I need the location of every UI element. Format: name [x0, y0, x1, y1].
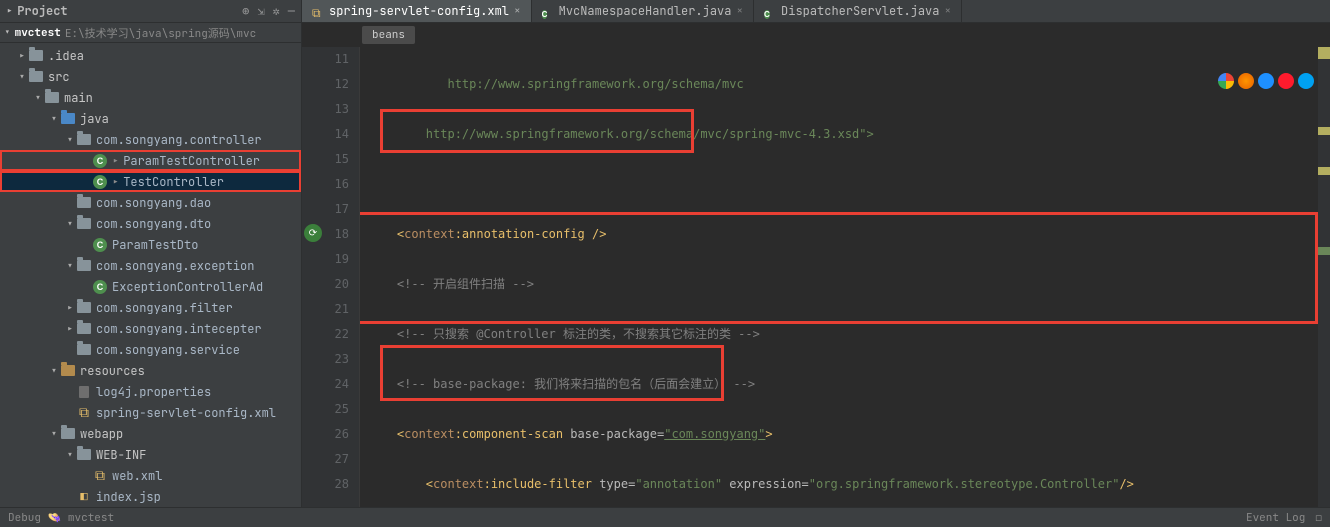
tree-item[interactable]: web.xml [112, 468, 162, 484]
tree-item[interactable]: main [64, 90, 93, 106]
status-left[interactable]: Debug 👒 mvctest [8, 511, 114, 525]
java-icon: C [764, 5, 776, 17]
tab-label: spring-servlet-config.xml [329, 3, 509, 19]
project-tool-arrow[interactable]: ▸ [6, 3, 13, 19]
breadcrumb-chip[interactable]: beans [362, 26, 415, 44]
tree-item[interactable]: com.songyang.dao [96, 195, 211, 211]
tree-item[interactable]: src [48, 69, 70, 85]
code-line: http://www.springframework.org/schema/mv… [368, 77, 744, 91]
tree-item[interactable]: com.songyang.service [96, 342, 240, 358]
tab-label: DispatcherServlet.java [781, 3, 939, 19]
tab-spring-config[interactable]: ⧉ spring-servlet-config.xml × [302, 0, 532, 22]
status-icon[interactable]: ◻ [1315, 511, 1322, 525]
code-line [368, 172, 1330, 197]
firefox-icon[interactable] [1238, 73, 1254, 89]
project-tool-title[interactable]: Project [17, 3, 67, 19]
close-icon[interactable]: × [944, 4, 951, 18]
tree-item[interactable]: spring-servlet-config.xml [96, 405, 276, 421]
code-line: <!-- 开启组件扫描 --> [368, 277, 534, 291]
ie-icon[interactable] [1298, 73, 1314, 89]
editor-breadcrumb: beans [302, 23, 1330, 47]
project-tree[interactable]: ▸.idea ▾src ▾main ▾java ▾com.songyang.co… [0, 43, 301, 507]
tree-item[interactable]: .idea [48, 48, 84, 64]
jsp-icon: ◧ [76, 489, 92, 505]
locate-icon[interactable]: ⊕ [242, 3, 249, 19]
settings-icon[interactable]: ✲ [273, 3, 280, 19]
status-bar: Debug 👒 mvctest Event Log ◻ [0, 507, 1330, 527]
project-crumb: ▾ mvctest E:\技术学习\java\spring源码\mvc [0, 23, 301, 43]
line-gutter: 11121314 15161718 19202122 23242526 2728… [302, 47, 360, 507]
code-line: http://www.springframework.org/schema/mv… [368, 127, 874, 141]
tree-item[interactable]: com.songyang.intecepter [96, 321, 262, 337]
tab-dispatcher[interactable]: C DispatcherServlet.java × [754, 0, 962, 22]
tree-item[interactable]: com.songyang.exception [96, 258, 254, 274]
tree-item[interactable]: ParamTestDto [112, 237, 198, 253]
hide-icon[interactable]: — [288, 3, 295, 19]
tree-item[interactable]: com.songyang.filter [96, 300, 233, 316]
xml-icon: ⧉ [92, 468, 108, 484]
gutter-bean-icon[interactable]: ⟳ [304, 224, 322, 242]
inspection-status-icon[interactable] [1318, 47, 1330, 59]
run-decorator-icon: ▸ [112, 153, 119, 169]
project-tool-header: ▸ Project ⊕ ⇲ ✲ — [0, 0, 301, 23]
module-name[interactable]: mvctest [15, 26, 61, 40]
code-line: <!-- base-package: 我们将来扫描的包名（后面会建立） --> [368, 377, 755, 391]
xml-icon: ⧉ [312, 5, 324, 17]
code-content[interactable]: http://www.springframework.org/schema/mv… [360, 47, 1330, 507]
run-decorator-icon: ▸ [112, 174, 119, 190]
tree-item-selected[interactable]: TestController [123, 174, 224, 190]
code-editor[interactable]: 11121314 15161718 19202122 23242526 2728… [302, 47, 1330, 507]
tree-item[interactable]: com.songyang.dto [96, 216, 211, 232]
error-stripe[interactable] [1318, 47, 1330, 507]
tree-item[interactable]: ParamTestController [123, 153, 260, 169]
opera-icon[interactable] [1278, 73, 1294, 89]
code-line: <!-- 只搜索 @Controller 标注的类，不搜索其它标注的类 --> [368, 327, 760, 341]
editor-tabs: ⧉ spring-servlet-config.xml × C MvcNamespac… [302, 0, 1330, 23]
event-log-link[interactable]: Event Log [1246, 511, 1305, 525]
safari-icon[interactable] [1258, 73, 1274, 89]
module-path: E:\技术学习\java\spring源码\mvc [65, 25, 256, 41]
close-icon[interactable]: × [736, 4, 743, 18]
browser-icons [1218, 73, 1314, 89]
java-icon: C [542, 5, 554, 17]
chrome-icon[interactable] [1218, 73, 1234, 89]
tab-mvcns[interactable]: C MvcNamespaceHandler.java × [532, 0, 754, 22]
tree-item[interactable]: WEB-INF [96, 447, 146, 463]
project-sidebar: ▸ Project ⊕ ⇲ ✲ — ▾ mvctest E:\技术学习\java… [0, 0, 302, 507]
tree-item[interactable]: index.jsp [96, 489, 161, 505]
module-chevron[interactable]: ▾ [4, 26, 11, 40]
tree-item[interactable]: log4j.properties [96, 384, 211, 400]
tree-item[interactable]: com.songyang.controller [96, 132, 262, 148]
tree-item[interactable]: ExceptionControllerAd [112, 279, 263, 295]
close-icon[interactable]: × [514, 4, 521, 18]
tree-item[interactable]: java [80, 111, 109, 127]
tab-label: MvcNamespaceHandler.java [559, 3, 732, 19]
collapse-icon[interactable]: ⇲ [257, 3, 264, 19]
tree-item[interactable]: resources [80, 363, 145, 379]
xml-icon: ⧉ [76, 405, 92, 421]
editor-area: ⧉ spring-servlet-config.xml × C MvcNamespac… [302, 0, 1330, 507]
tree-item[interactable]: webapp [80, 426, 123, 442]
